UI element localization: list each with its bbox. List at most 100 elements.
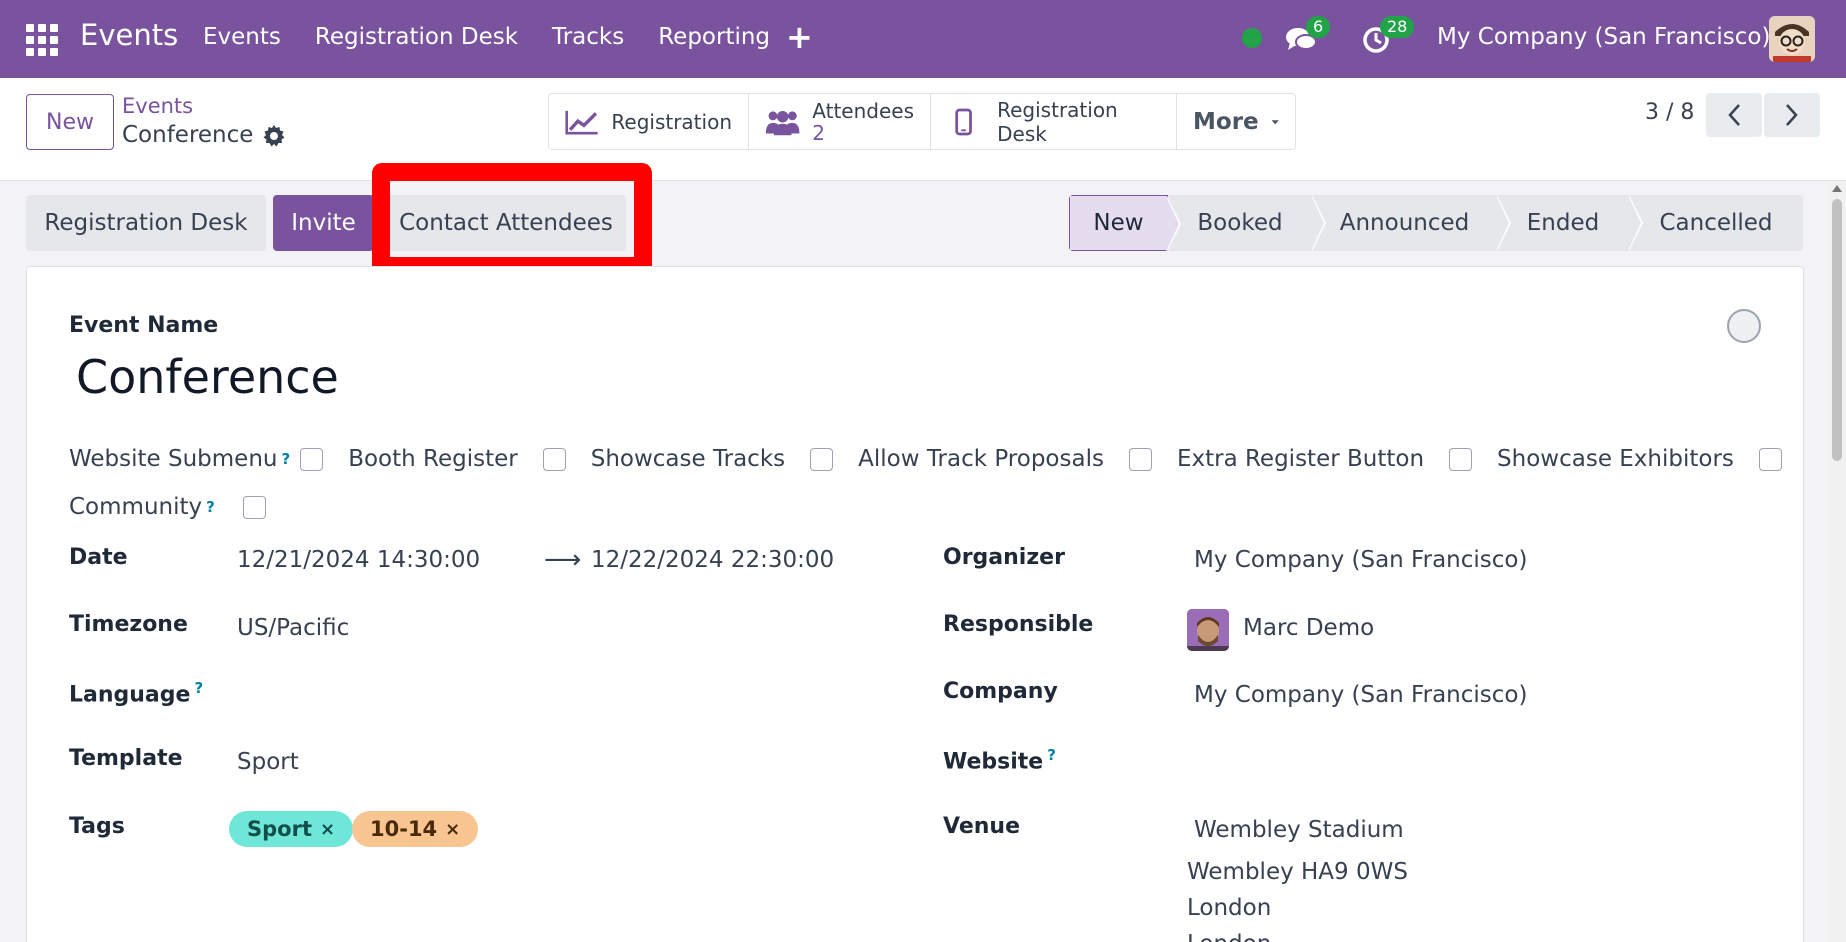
new-record-button[interactable]: New <box>26 94 114 150</box>
venue-field[interactable]: Wembley Stadium <box>1194 817 1404 843</box>
area-chart-icon <box>565 110 598 134</box>
pager-next-button[interactable] <box>1764 93 1820 137</box>
stage-booked-label: Booked <box>1197 210 1283 236</box>
company-label: Company <box>943 679 1058 704</box>
menu-item-reporting[interactable]: Reporting <box>658 24 770 50</box>
caret-down-icon <box>1271 119 1279 124</box>
highlight-annotation <box>372 163 652 275</box>
language-help-icon[interactable]: ? <box>194 679 203 697</box>
company-switcher[interactable]: My Company (San Francisco) <box>1437 24 1770 50</box>
date-label: Date <box>69 545 128 570</box>
tag-sport: Sport × <box>229 811 354 847</box>
venue-city-line: London <box>1187 895 1272 921</box>
menu-item-registration-desk[interactable]: Registration Desk <box>315 24 518 50</box>
breadcrumb-current: Conference <box>122 122 254 148</box>
timezone-label: Timezone <box>69 612 188 637</box>
website-submenu-checkbox[interactable] <box>300 447 324 471</box>
stage-cancelled[interactable]: Cancelled <box>1629 195 1803 251</box>
plus-icon[interactable]: + <box>786 18 813 56</box>
booth-register-checkbox[interactable] <box>542 447 566 471</box>
stage-ended-label: Ended <box>1526 210 1600 236</box>
registration-desk-stat-label: Registration Desk <box>997 97 1118 146</box>
language-label-text: Language <box>69 682 191 708</box>
invite-button[interactable]: Invite <box>273 195 374 251</box>
attendees-stat-button[interactable]: Attendees 2 <box>749 94 931 149</box>
stage-new-label: New <box>1093 210 1144 236</box>
website-submenu-help-icon[interactable]: ? <box>281 450 290 468</box>
extra-register-button-checkbox[interactable] <box>1449 447 1473 471</box>
company-field[interactable]: My Company (San Francisco) <box>1194 682 1527 708</box>
community-help-icon[interactable]: ? <box>206 498 215 516</box>
organizer-label: Organizer <box>943 545 1065 570</box>
allow-track-proposals-label: Allow Track Proposals <box>858 446 1104 472</box>
page-scrollbar[interactable] <box>1828 181 1846 942</box>
more-stat-dropdown[interactable]: More <box>1177 94 1295 149</box>
control-panel: New Events Conference Registration Atten <box>0 78 1846 181</box>
template-field[interactable]: Sport <box>237 749 299 775</box>
user-avatar[interactable] <box>1769 16 1815 62</box>
status-bar: New Booked Announced Ended Cancelled <box>1069 195 1803 251</box>
event-name-input[interactable]: Conference <box>76 350 339 404</box>
registration-stat-label: Registration <box>611 109 732 134</box>
main-menu: Events Registration Desk Tracks Reportin… <box>203 24 770 50</box>
gear-icon[interactable] <box>262 124 286 148</box>
website-help-icon[interactable]: ? <box>1047 746 1056 764</box>
pager-previous-button[interactable] <box>1706 93 1762 137</box>
allow-track-proposals-checkbox[interactable] <box>1128 447 1152 471</box>
extra-register-button-label: Extra Register Button <box>1176 446 1425 472</box>
scrollbar-thumb[interactable] <box>1832 199 1842 461</box>
tag-sport-label: Sport <box>247 817 312 841</box>
stage-announced-label: Announced <box>1339 210 1470 236</box>
date-end-field[interactable]: 12/22/2024 22:30:00 <box>591 547 834 573</box>
venue-label: Venue <box>943 814 1020 839</box>
organizer-field[interactable]: My Company (San Francisco) <box>1194 547 1527 573</box>
menu-item-tracks[interactable]: Tracks <box>552 24 624 50</box>
apps-grid-icon[interactable] <box>26 24 58 56</box>
responsible-field[interactable]: Marc Demo <box>1243 615 1374 641</box>
priority-toggle[interactable] <box>1727 309 1761 343</box>
activity-count-badge: 28 <box>1380 16 1415 38</box>
tag-age-range: 10-14 × <box>352 811 479 847</box>
timezone-field[interactable]: US/Pacific <box>237 615 349 641</box>
stage-ended[interactable]: Ended <box>1497 195 1643 251</box>
chevron-left-icon <box>1728 104 1740 126</box>
date-start-field[interactable]: 12/21/2024 14:30:00 <box>237 547 480 573</box>
registration-desk-stat-button[interactable]: Registration Desk <box>931 94 1177 149</box>
chat-count-badge: 6 <box>1306 16 1331 38</box>
stage-cancelled-label: Cancelled <box>1659 210 1773 236</box>
more-label: More <box>1193 108 1259 135</box>
responsible-label: Responsible <box>943 612 1094 637</box>
showcase-tracks-label: Showcase Tracks <box>590 446 786 472</box>
app-brand[interactable]: Events <box>80 18 178 52</box>
community-label: Community <box>69 494 203 520</box>
website-submenu-label: Website Submenu <box>69 446 278 472</box>
showcase-exhibitors-checkbox[interactable] <box>1758 447 1782 471</box>
tags-label: Tags <box>69 814 125 839</box>
attendees-count: 2 <box>812 120 826 145</box>
stage-announced[interactable]: Announced <box>1312 195 1511 251</box>
breadcrumb-events-link[interactable]: Events <box>122 94 193 118</box>
menu-item-events[interactable]: Events <box>203 24 281 50</box>
website-label-text: Website <box>943 749 1044 775</box>
responsible-avatar <box>1187 609 1229 651</box>
smart-buttons: Registration Attendees 2 Registration De… <box>548 93 1296 150</box>
showcase-tracks-checkbox[interactable] <box>810 447 834 471</box>
tag-age-range-label: 10-14 <box>370 817 438 841</box>
scroll-up-icon[interactable] <box>1832 185 1842 192</box>
users-icon <box>765 110 800 135</box>
website-submenu-row: Website Submenu? Booth Register Showcase… <box>69 446 1782 472</box>
template-label: Template <box>69 746 183 771</box>
tag-sport-remove-icon[interactable]: × <box>320 819 335 840</box>
top-navbar: Events Events Registration Desk Tracks R… <box>0 0 1846 78</box>
pager-value[interactable]: 3 / 8 <box>1645 100 1694 125</box>
stage-new[interactable]: New <box>1069 195 1181 251</box>
mobile-phone-icon <box>955 108 972 135</box>
stage-booked[interactable]: Booked <box>1168 195 1326 251</box>
showcase-exhibitors-label: Showcase Exhibitors <box>1497 446 1734 472</box>
tag-age-range-remove-icon[interactable]: × <box>445 819 460 840</box>
booth-register-label: Booth Register <box>348 446 518 472</box>
registration-desk-button[interactable]: Registration Desk <box>26 195 266 251</box>
registration-stat-button[interactable]: Registration <box>549 94 749 149</box>
presence-status-icon <box>1242 28 1262 48</box>
community-checkbox[interactable] <box>242 495 266 519</box>
